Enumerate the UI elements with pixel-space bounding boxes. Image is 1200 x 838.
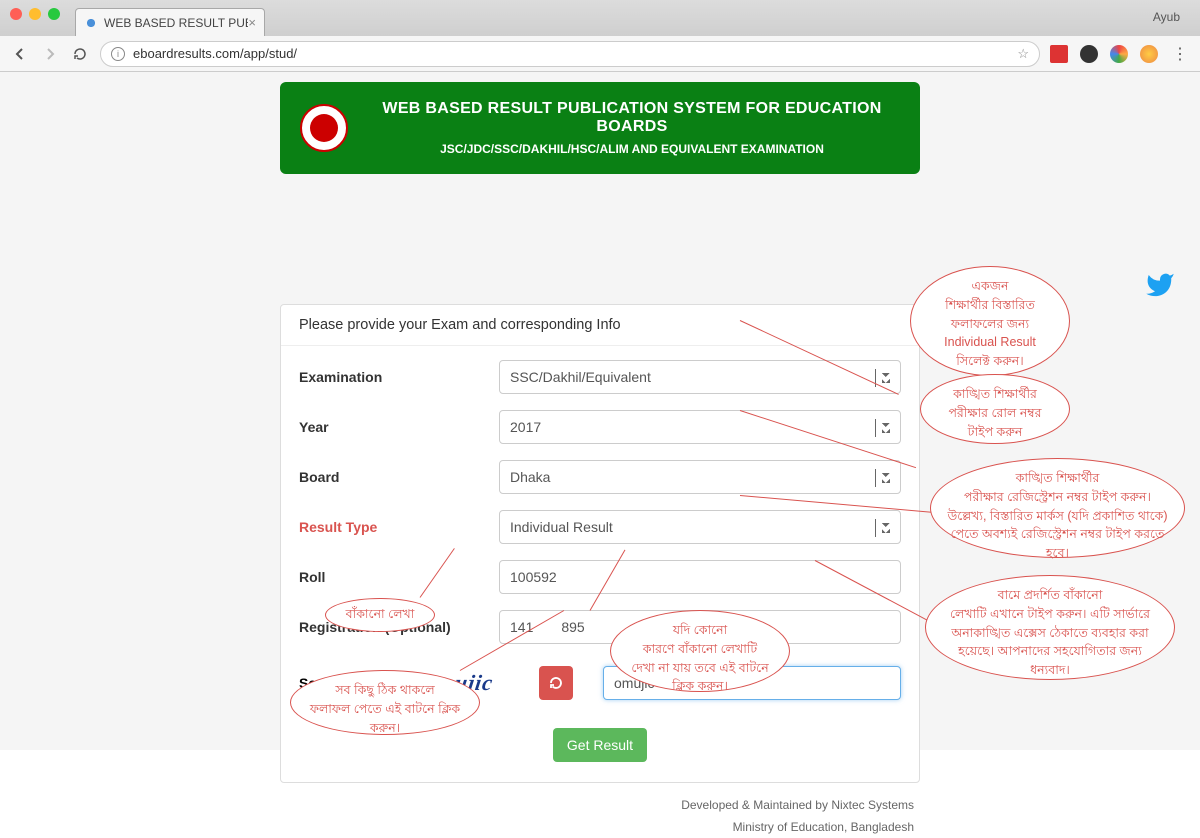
browser-toolbar: i eboardresults.com/app/stud/ ☆ ⋮ — [0, 36, 1200, 72]
close-window-button[interactable] — [10, 8, 22, 20]
extension-icon[interactable] — [1080, 45, 1098, 63]
browser-profile-label[interactable]: Ayub — [1153, 10, 1180, 24]
maximize-window-button[interactable] — [48, 8, 60, 20]
browser-menu-icon[interactable]: ⋮ — [1170, 44, 1190, 64]
examination-label: Examination — [299, 369, 499, 385]
govt-logo-icon — [300, 104, 348, 152]
panel-heading: Please provide your Exam and correspondi… — [281, 305, 919, 346]
extension-icons: ⋮ — [1050, 44, 1190, 64]
annotation-individual-result: একজনশিক্ষার্থীর বিস্তারিতফলাফলের জন্যInd… — [910, 266, 1070, 376]
roll-input[interactable] — [499, 560, 901, 594]
year-select[interactable]: 2017 — [499, 410, 901, 444]
annotation-roll: কাঙ্খিত শিক্ষার্থীরপরীক্ষার রোল নম্বরটাই… — [920, 374, 1070, 444]
footer-developer: Developed & Maintained by Nixtec Systems — [280, 795, 914, 817]
url-text: eboardresults.com/app/stud/ — [133, 46, 297, 61]
favicon-icon — [84, 16, 98, 30]
examination-select[interactable]: SSC/Dakhil/Equivalent — [499, 360, 901, 394]
extension-icon[interactable] — [1050, 45, 1068, 63]
twitter-share-icon[interactable] — [1142, 270, 1178, 305]
captcha-refresh-button[interactable] — [539, 666, 573, 700]
annotation-refresh: যদি কোনোকারণে বাঁকানো লেখাটিদেখা না যায়… — [610, 610, 790, 692]
reload-button[interactable] — [70, 44, 90, 64]
browser-tab-bar: WEB BASED RESULT PUBLICA × Ayub — [0, 0, 1200, 36]
bookmark-star-icon[interactable]: ☆ — [1017, 46, 1029, 62]
site-info-icon[interactable]: i — [111, 47, 125, 61]
result-type-label: Result Type — [299, 519, 499, 535]
board-label: Board — [299, 469, 499, 485]
get-result-button[interactable]: Get Result — [553, 728, 647, 762]
minimize-window-button[interactable] — [29, 8, 41, 20]
roll-label: Roll — [299, 569, 499, 585]
annotation-captcha-text: বাঁকানো লেখা — [325, 598, 435, 632]
result-type-select[interactable]: Individual Result — [499, 510, 901, 544]
extension-icon[interactable] — [1110, 45, 1128, 63]
tab-title: WEB BASED RESULT PUBLICA — [104, 16, 248, 30]
page-title: WEB BASED RESULT PUBLICATION SYSTEM FOR … — [364, 100, 900, 136]
page-footer: Developed & Maintained by Nixtec Systems… — [280, 795, 920, 838]
extension-icon[interactable] — [1140, 45, 1158, 63]
back-button[interactable] — [10, 44, 30, 64]
annotation-submit: সব কিছু ঠিক থাকলেফলাফল পেতে এই বাটনে ক্ল… — [290, 670, 480, 735]
browser-tab[interactable]: WEB BASED RESULT PUBLICA × — [75, 8, 265, 36]
annotation-security-key: বামে প্রদর্শিত বাঁকানোলেখাটি এখানে টাইপ … — [925, 575, 1175, 680]
tab-close-icon[interactable]: × — [248, 15, 256, 30]
page-subtitle: JSC/JDC/SSC/DAKHIL/HSC/ALIM AND EQUIVALE… — [364, 142, 900, 156]
window-controls — [10, 8, 60, 20]
forward-button[interactable] — [40, 44, 60, 64]
annotation-registration: কাঙ্খিত শিক্ষার্থীরপরীক্ষার রেজিস্ট্রেশন… — [930, 458, 1185, 558]
board-select[interactable]: Dhaka — [499, 460, 901, 494]
page-header: WEB BASED RESULT PUBLICATION SYSTEM FOR … — [280, 82, 920, 174]
refresh-icon — [548, 675, 564, 691]
year-label: Year — [299, 419, 499, 435]
address-bar[interactable]: i eboardresults.com/app/stud/ ☆ — [100, 41, 1040, 67]
footer-ministry: Ministry of Education, Bangladesh — [280, 817, 914, 838]
